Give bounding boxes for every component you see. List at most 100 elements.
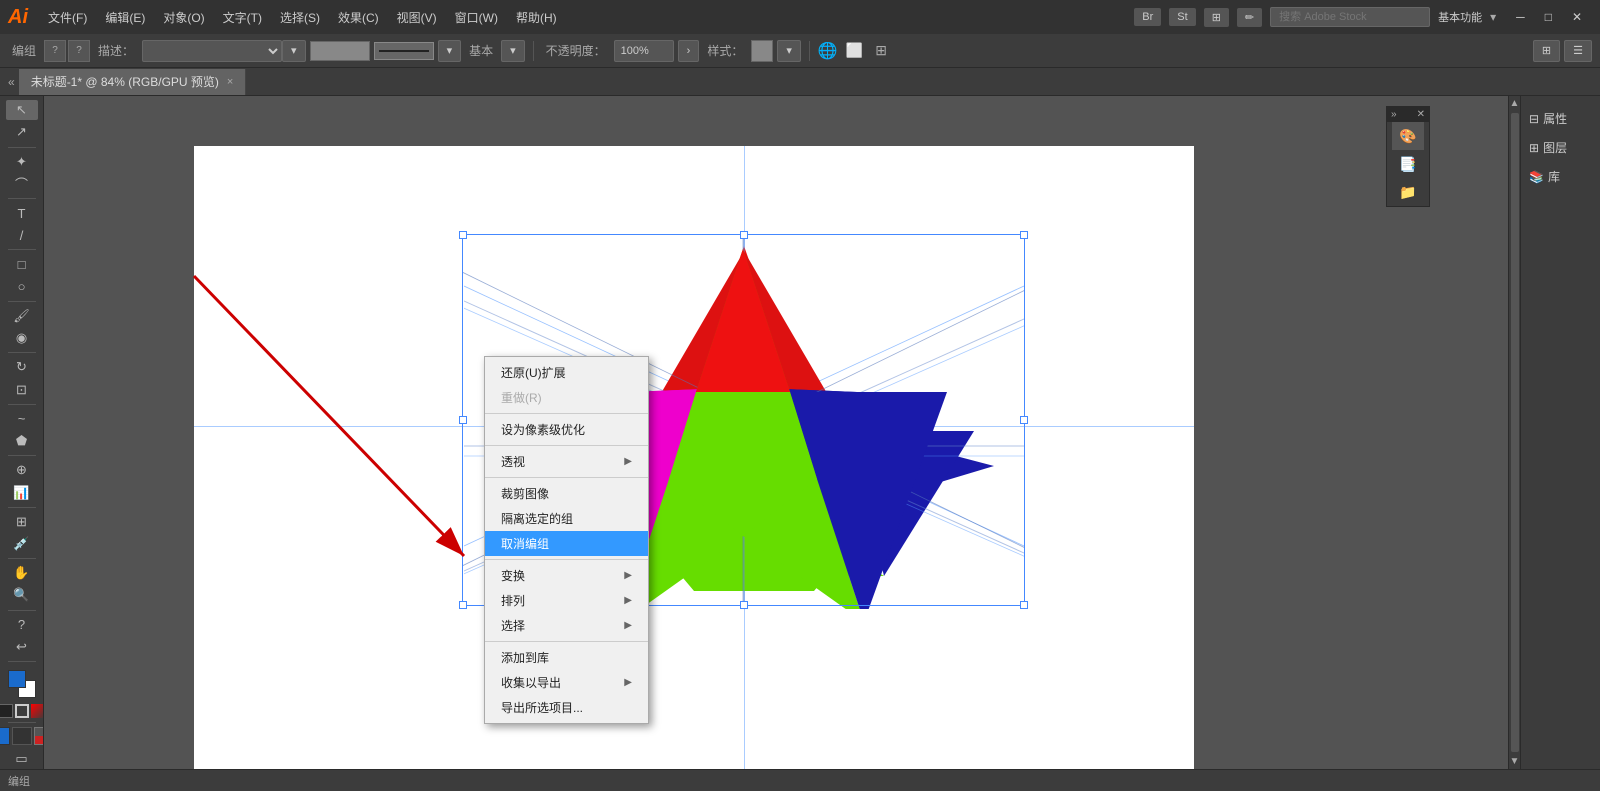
- artboard-tool[interactable]: ⊞: [6, 512, 38, 532]
- eyedropper-tool[interactable]: 💉: [6, 534, 38, 554]
- panel-toggle-2[interactable]: ☰: [1564, 40, 1592, 62]
- transform2-icon[interactable]: ⊞: [871, 42, 891, 59]
- ctx-export-selected[interactable]: 导出所选项目...: [485, 695, 648, 720]
- ctx-sep-3: [485, 477, 648, 478]
- hand-tool[interactable]: ✋: [6, 563, 38, 583]
- transform-icon[interactable]: ⬜: [842, 42, 867, 59]
- br-icon-btn[interactable]: Br: [1134, 8, 1161, 26]
- scroll-down-btn[interactable]: ▼: [1508, 754, 1520, 769]
- scroll-up-btn[interactable]: ▲: [1508, 96, 1520, 111]
- change-screen-btn[interactable]: ▭: [6, 749, 38, 769]
- none-icon[interactable]: [31, 704, 45, 718]
- paintbrush-tool[interactable]: 🖌: [6, 306, 38, 326]
- ctx-pixel-optimize[interactable]: 设为像素级优化: [485, 417, 648, 442]
- menu-edit[interactable]: 编辑(E): [97, 5, 153, 30]
- menu-text[interactable]: 文字(T): [215, 5, 270, 30]
- screen-mode-1-btn[interactable]: [12, 727, 32, 745]
- fg-color-swatch[interactable]: [8, 670, 26, 688]
- ctx-add-to-library[interactable]: 添加到库: [485, 645, 648, 670]
- menu-select[interactable]: 选择(S): [272, 5, 328, 30]
- text-tool[interactable]: T: [6, 203, 38, 223]
- panel-toggle-1[interactable]: ⊞: [1533, 40, 1560, 62]
- ctx-ungroup[interactable]: 取消编组: [485, 531, 648, 556]
- opacity-label: 不透明度：: [542, 42, 610, 59]
- normal-mode-btn[interactable]: [0, 727, 10, 745]
- tool-option-2[interactable]: ?: [68, 40, 90, 62]
- stroke-style-btn[interactable]: ▾: [438, 40, 462, 62]
- rotate-tool[interactable]: ↻: [6, 357, 38, 377]
- pen-tool[interactable]: ✦: [6, 151, 38, 171]
- menu-effect[interactable]: 效果(C): [330, 5, 387, 30]
- menu-object[interactable]: 对象(O): [155, 5, 212, 30]
- style-preview[interactable]: [751, 40, 773, 62]
- shape-builder-tool[interactable]: ⬟: [6, 431, 38, 451]
- tool-option-1[interactable]: ?: [44, 40, 66, 62]
- library-panel-btn[interactable]: 📚 库: [1521, 162, 1600, 191]
- st-icon-btn[interactable]: St: [1169, 8, 1195, 26]
- zoom-tool[interactable]: 🔍: [6, 585, 38, 605]
- close-button[interactable]: ✕: [1562, 0, 1592, 34]
- stroke-select[interactable]: [142, 40, 282, 62]
- maximize-button[interactable]: □: [1535, 0, 1562, 34]
- fill-preview[interactable]: [310, 41, 370, 61]
- menu-file[interactable]: 文件(F): [40, 5, 95, 30]
- globe-icon[interactable]: 🌐: [818, 41, 838, 61]
- symbol-tool[interactable]: ⊕: [6, 460, 38, 480]
- warp-tool[interactable]: ~: [6, 409, 38, 429]
- fp-layers-icon[interactable]: 📑: [1392, 150, 1424, 178]
- jiben-btn[interactable]: ▾: [501, 40, 525, 62]
- basic-func-label: 基本功能: [1438, 9, 1482, 25]
- opacity-input[interactable]: [614, 40, 674, 62]
- ctx-perspective[interactable]: 透视 ▶: [485, 449, 648, 474]
- ctx-undo[interactable]: 还原(U)扩展: [485, 360, 648, 385]
- ctx-isolate-group[interactable]: 隔离选定的组: [485, 506, 648, 531]
- main-tab[interactable]: 未标题-1* @ 84% (RGB/GPU 预览) ×: [19, 69, 247, 95]
- ctx-select[interactable]: 选择 ▶: [485, 613, 648, 638]
- line-tool[interactable]: /: [6, 225, 38, 245]
- properties-panel-btn[interactable]: ⊟ 属性: [1521, 104, 1600, 133]
- undo-tool[interactable]: ↩: [6, 637, 38, 657]
- ctx-crop-image[interactable]: 裁剪图像: [485, 481, 648, 506]
- pen-icon-btn[interactable]: ✏: [1237, 8, 1262, 27]
- tab-close-btn[interactable]: ×: [227, 76, 233, 88]
- color-squares[interactable]: [8, 670, 36, 698]
- style-dropdown-btn[interactable]: ▾: [777, 40, 801, 62]
- chevron-down-icon[interactable]: ▾: [1490, 10, 1496, 24]
- canvas-area[interactable]: 还原(U)扩展 重做(R) 设为像素级优化 透视 ▶ 裁剪图像 隔离选定的组: [44, 96, 1520, 769]
- right-toolbar: ⊞ ☰: [1533, 40, 1592, 62]
- ctx-arrange[interactable]: 排列 ▶: [485, 588, 648, 613]
- ellipse-tool[interactable]: ○: [6, 277, 38, 297]
- top-menubar: Ai 文件(F) 编辑(E) 对象(O) 文字(T) 选择(S) 效果(C) 视…: [0, 0, 1600, 34]
- rect-tool[interactable]: □: [6, 254, 38, 274]
- scale-tool[interactable]: ⊡: [6, 379, 38, 399]
- layers-panel-btn[interactable]: ⊞ 图层: [1521, 133, 1600, 162]
- graph-tool[interactable]: 📊: [6, 482, 38, 502]
- blob-brush-tool[interactable]: ◉: [6, 328, 38, 348]
- scroll-thumb[interactable]: [1511, 113, 1519, 752]
- opacity-more-btn[interactable]: ›: [678, 40, 700, 62]
- grid-icon-btn[interactable]: ⊞: [1204, 8, 1229, 27]
- stroke-icon[interactable]: [15, 704, 29, 718]
- fp-library-icon[interactable]: 📁: [1392, 178, 1424, 206]
- tabs-left-icon[interactable]: «: [4, 75, 19, 89]
- menu-window[interactable]: 窗口(W): [447, 5, 506, 30]
- fp-expand-icon[interactable]: »: [1391, 109, 1397, 120]
- stroke-dropdown-btn[interactable]: ▾: [282, 40, 306, 62]
- select-tool[interactable]: ↖: [6, 100, 38, 120]
- question-tool[interactable]: ?: [6, 614, 38, 634]
- ctx-collect-export[interactable]: 收集以导出 ▶: [485, 670, 648, 695]
- fp-color-icon[interactable]: 🎨: [1392, 122, 1424, 150]
- direct-select-tool[interactable]: ↗: [6, 122, 38, 142]
- search-input[interactable]: [1270, 7, 1430, 27]
- menu-view[interactable]: 视图(V): [389, 5, 445, 30]
- fill-icon[interactable]: [0, 704, 13, 718]
- far-right-panel: ⊟ 属性 ⊞ 图层 📚 库: [1520, 96, 1600, 769]
- vertical-scrollbar[interactable]: ▲ ▼: [1508, 96, 1520, 769]
- color-area: [0, 670, 44, 718]
- ctx-transform[interactable]: 变换 ▶: [485, 563, 648, 588]
- minimize-button[interactable]: ─: [1506, 0, 1535, 34]
- curvature-tool[interactable]: ⌒: [6, 174, 38, 194]
- fp-close-icon[interactable]: ✕: [1417, 109, 1425, 120]
- menu-help[interactable]: 帮助(H): [508, 5, 565, 30]
- screen-mode-2-btn[interactable]: [34, 727, 45, 745]
